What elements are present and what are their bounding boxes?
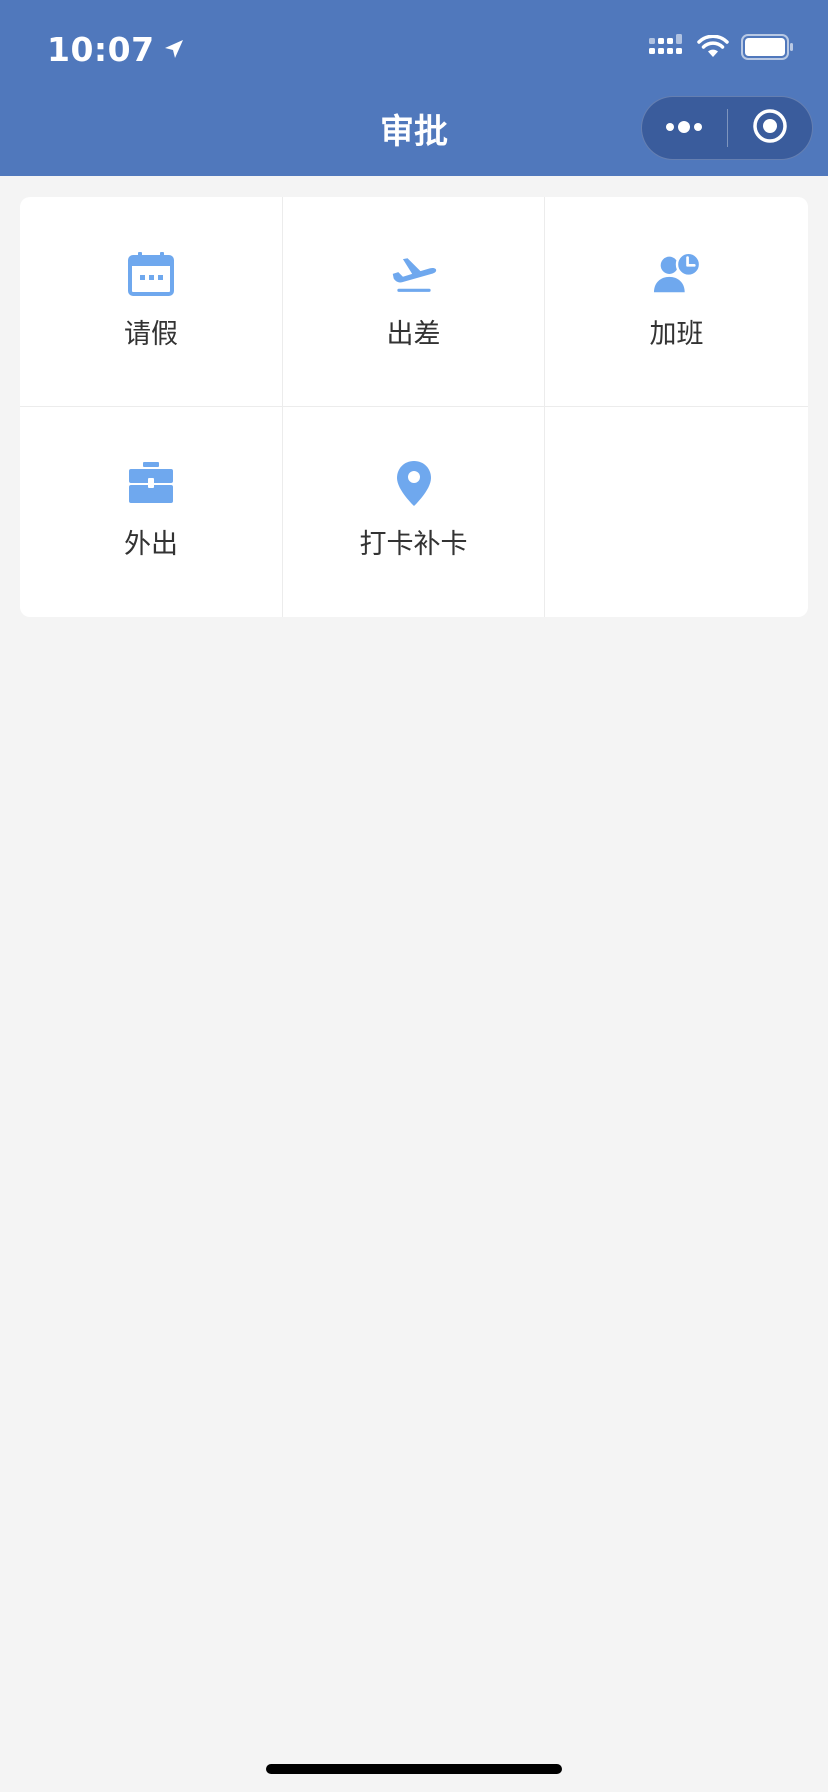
status-icons	[649, 34, 795, 64]
header: 10:07 审批	[0, 0, 828, 176]
grid-item-leave[interactable]: 请假	[20, 197, 283, 407]
approval-grid: 请假 出差 加班 外出 打卡补卡	[20, 197, 808, 617]
location-pin-icon	[390, 459, 438, 507]
more-dots-icon	[664, 119, 704, 138]
calendar-icon	[127, 249, 175, 297]
grid-item-label: 出差	[386, 319, 441, 350]
grid-item-empty	[545, 407, 808, 617]
more-button[interactable]	[642, 96, 727, 160]
grid-item-label: 打卡补卡	[359, 529, 468, 560]
target-circle-icon	[752, 108, 788, 148]
battery-icon	[741, 34, 795, 64]
close-button[interactable]	[728, 96, 813, 160]
grid-item-clock-in-correction[interactable]: 打卡补卡	[283, 407, 545, 617]
signal-icon	[649, 34, 685, 64]
user-clock-icon	[653, 249, 701, 297]
mini-program-capsule	[641, 96, 813, 160]
grid-item-label: 请假	[124, 319, 178, 350]
grid-item-label: 加班	[649, 319, 704, 350]
wifi-icon	[697, 34, 729, 63]
grid-item-label: 外出	[124, 529, 178, 560]
airplane-takeoff-icon	[390, 249, 438, 297]
grid-item-business-trip[interactable]: 出差	[283, 197, 545, 407]
location-arrow-icon	[163, 38, 185, 60]
grid-item-go-out[interactable]: 外出	[20, 407, 283, 617]
home-indicator	[266, 1764, 562, 1774]
status-time: 10:07	[47, 26, 185, 72]
grid-item-overtime[interactable]: 加班	[545, 197, 808, 407]
briefcase-icon	[127, 459, 175, 507]
status-time-text: 10:07	[47, 29, 155, 69]
